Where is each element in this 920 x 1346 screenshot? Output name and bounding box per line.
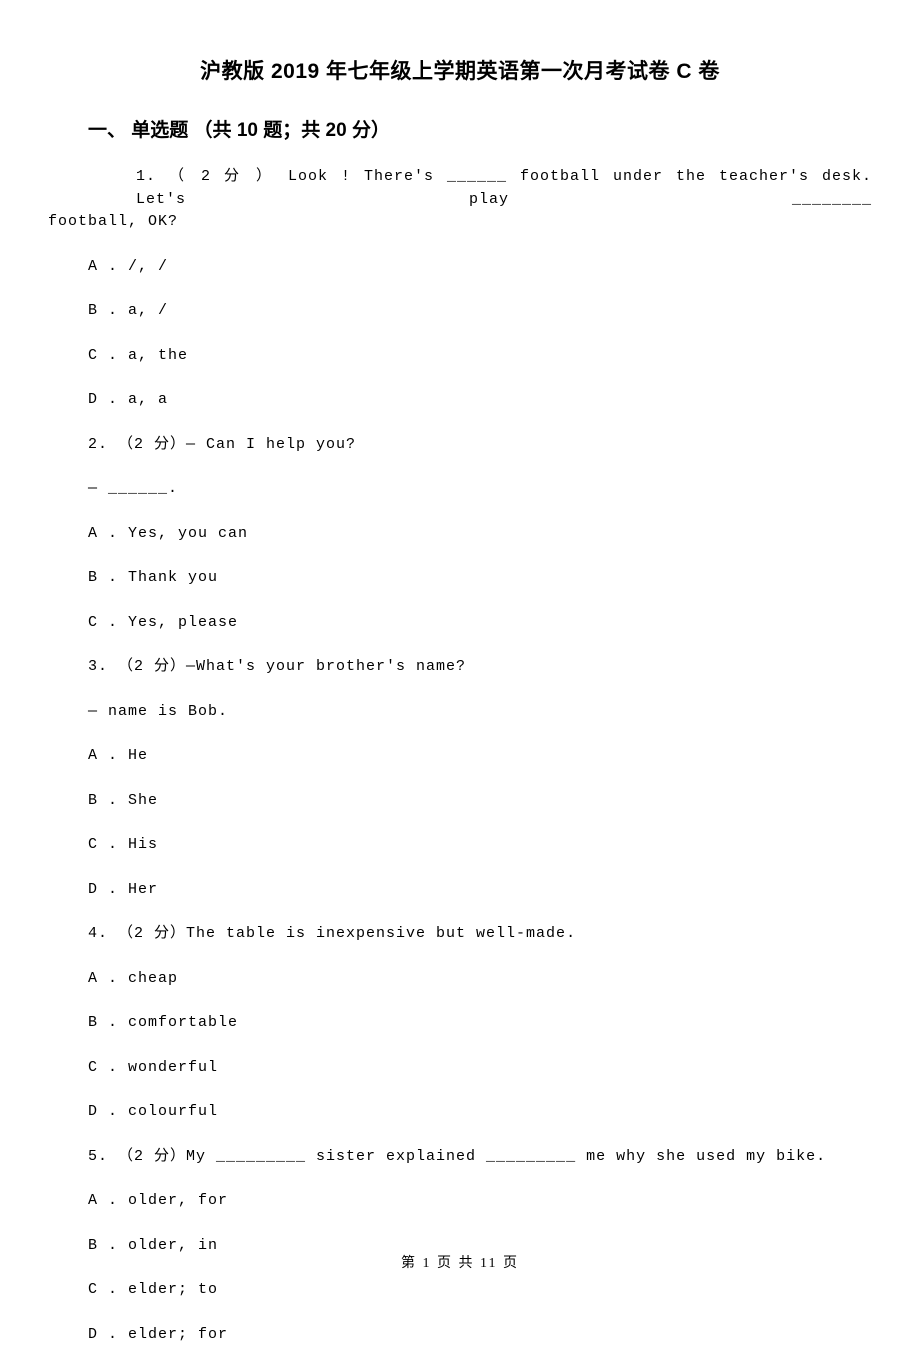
question-5-option-c: C . elder; to <box>88 1279 872 1302</box>
question-4-option-b: B . comfortable <box>88 1012 872 1035</box>
question-2-follow: — ______. <box>88 478 872 501</box>
question-3-option-b: B . She <box>88 790 872 813</box>
question-1-line1: 1. （ 2 分 ） Look ! There's ______ footbal… <box>48 166 872 211</box>
question-3-option-d: D . Her <box>88 879 872 902</box>
question-1-option-d: D . a, a <box>88 389 872 412</box>
question-4-stem: 4. （2 分）The table is inexpensive but wel… <box>88 923 872 946</box>
question-1-option-c: C . a, the <box>88 345 872 368</box>
question-3-follow: — name is Bob. <box>88 701 872 724</box>
question-5-stem: 5. （2 分）My _________ sister explained __… <box>88 1146 872 1169</box>
question-4-option-a: A . cheap <box>88 968 872 991</box>
question-5-option-a: A . older, for <box>88 1190 872 1213</box>
question-2-option-b: B . Thank you <box>88 567 872 590</box>
page-footer: 第 1 页 共 11 页 <box>0 1252 920 1272</box>
question-1-option-a: A . /, / <box>88 256 872 279</box>
page-container: 沪教版 2019 年七年级上学期英语第一次月考试卷 C 卷 一、 单选题 （共 … <box>0 0 920 1346</box>
question-4-option-c: C . wonderful <box>88 1057 872 1080</box>
question-1: 1. （ 2 分 ） Look ! There's ______ footbal… <box>48 166 872 234</box>
question-5-option-d: D . elder; for <box>88 1324 872 1346</box>
question-2-option-a: A . Yes, you can <box>88 523 872 546</box>
document-title: 沪教版 2019 年七年级上学期英语第一次月考试卷 C 卷 <box>48 55 872 85</box>
question-3-stem: 3. （2 分）—What's your brother's name? <box>88 656 872 679</box>
question-1-line2: football, OK? <box>48 211 872 234</box>
question-4-option-d: D . colourful <box>88 1101 872 1124</box>
question-2-option-c: C . Yes, please <box>88 612 872 635</box>
question-3-option-a: A . He <box>88 745 872 768</box>
question-2-stem: 2. （2 分）— Can I help you? <box>88 434 872 457</box>
section-heading: 一、 单选题 （共 10 题；共 20 分） <box>88 115 872 142</box>
question-3-option-c: C . His <box>88 834 872 857</box>
question-1-option-b: B . a, / <box>88 300 872 323</box>
